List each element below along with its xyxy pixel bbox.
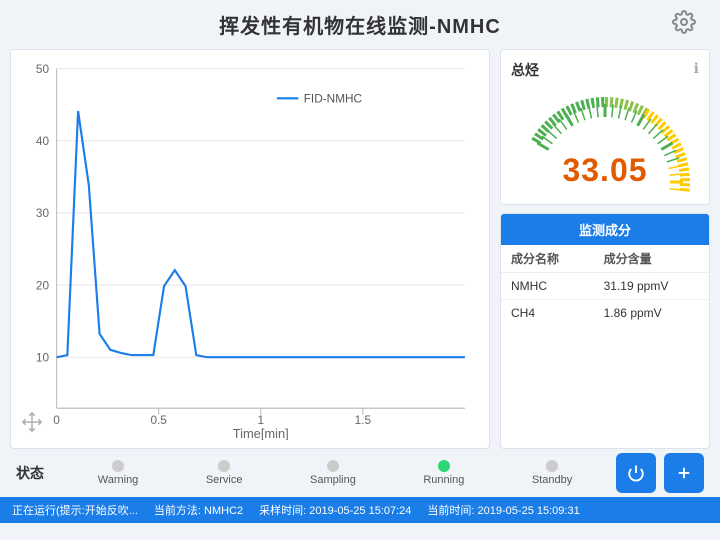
svg-text:40: 40 <box>36 135 50 148</box>
data-table-header: 监测成分 <box>501 214 709 245</box>
chart-area: 50 40 30 20 10 0 0.5 1 1.5 Ti <box>10 49 490 449</box>
status-label: 状态 <box>16 463 44 483</box>
svg-text:20: 20 <box>36 279 50 292</box>
status-item-label: Warning <box>98 474 139 486</box>
status-item: Standby <box>532 460 572 486</box>
action-buttons <box>616 453 704 493</box>
svg-text:Time[min]: Time[min] <box>233 426 289 440</box>
gauge-value: 33.05 <box>562 152 647 189</box>
info-icon: ℹ <box>694 60 699 77</box>
gauge-card: 总烃 ℹ <box>500 49 710 205</box>
status-dot <box>112 460 124 472</box>
svg-text:FID-NMHC: FID-NMHC <box>304 93 363 106</box>
data-table: 成分名称 成分含量 NMHC31.19 ppmVCH41.86 ppmV <box>501 245 709 326</box>
chart-move-icon <box>21 411 43 438</box>
footer-method: 当前方法: NMHC2 <box>154 502 243 518</box>
settings-icon[interactable] <box>672 10 700 38</box>
status-dot <box>438 460 450 472</box>
component-value: 1.86 ppmV <box>594 300 709 327</box>
table-row: CH41.86 ppmV <box>501 300 709 327</box>
component-name: CH4 <box>501 300 594 327</box>
status-item-label: Service <box>206 474 243 486</box>
svg-text:50: 50 <box>36 63 50 76</box>
svg-text:1.5: 1.5 <box>355 414 372 427</box>
status-dot <box>546 460 558 472</box>
status-item: Service <box>206 460 243 486</box>
chart-svg: 50 40 30 20 10 0 0.5 1 1.5 Ti <box>19 58 481 440</box>
status-dot <box>218 460 230 472</box>
component-name: NMHC <box>501 273 594 300</box>
status-items: Warning Service Sampling Running Standby <box>64 460 606 486</box>
col2-header: 成分含量 <box>594 245 709 273</box>
footer-current-time: 当前时间: 2019-05-25 15:09:31 <box>427 502 579 518</box>
col1-header: 成分名称 <box>501 245 594 273</box>
status-item: Running <box>423 460 464 486</box>
component-value: 31.19 ppmV <box>594 273 709 300</box>
add-button[interactable] <box>664 453 704 493</box>
footer-bar: 正在运行(提示:开始反吹... 当前方法: NMHC2 采样时间: 2019-0… <box>0 497 720 523</box>
page-title: 挥发性有机物在线监测-NMHC <box>219 10 501 39</box>
status-item-label: Sampling <box>310 474 356 486</box>
table-row: NMHC31.19 ppmV <box>501 273 709 300</box>
power-button[interactable] <box>616 453 656 493</box>
status-bar: 状态 Warning Service Sampling Running Stan… <box>0 449 720 497</box>
status-dot <box>327 460 339 472</box>
header: 挥发性有机物在线监测-NMHC <box>0 0 720 49</box>
gauge-container: 33.05 <box>515 84 695 194</box>
status-item: Warning <box>98 460 139 486</box>
svg-text:30: 30 <box>36 207 50 220</box>
status-item: Sampling <box>310 460 356 486</box>
status-item-label: Running <box>423 474 464 486</box>
svg-text:0: 0 <box>53 414 60 427</box>
footer-sample-time: 采样时间: 2019-05-25 15:07:24 <box>259 502 411 518</box>
status-item-label: Standby <box>532 474 572 486</box>
right-panel: 总烃 ℹ <box>500 49 710 449</box>
svg-text:10: 10 <box>36 352 50 365</box>
main-content: 50 40 30 20 10 0 0.5 1 1.5 Ti <box>0 49 720 449</box>
svg-text:0.5: 0.5 <box>150 414 167 427</box>
gauge-title: 总烃 <box>511 60 539 80</box>
footer-status: 正在运行(提示:开始反吹... <box>12 502 138 518</box>
data-card: 监测成分 成分名称 成分含量 NMHC31.19 ppmVCH41.86 ppm… <box>500 213 710 449</box>
